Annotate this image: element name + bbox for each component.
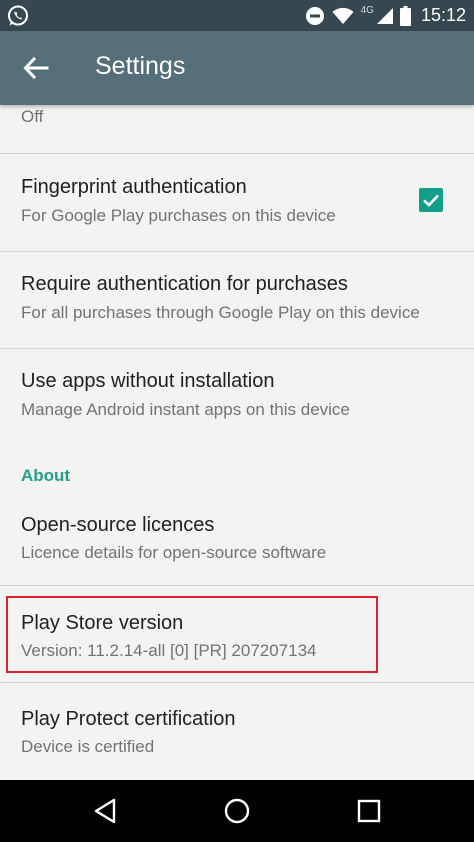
nav-back-icon[interactable]	[90, 796, 120, 826]
setting-title: Play Protect certification	[21, 708, 236, 730]
back-arrow-icon[interactable]	[22, 54, 50, 82]
setting-summary: For Google Play purchases on this device	[21, 206, 336, 225]
setting-summary: Off	[21, 107, 44, 126]
section-header-about: About	[21, 466, 71, 485]
setting-summary: Device is certified	[21, 737, 155, 756]
clock: 15:12	[420, 5, 466, 25]
do-not-disturb-icon	[305, 6, 324, 25]
setting-title: Fingerprint authentication	[21, 176, 247, 198]
highlight-box	[6, 596, 378, 673]
setting-summary: Manage Android instant apps on this devi…	[21, 400, 350, 419]
settings-item-fingerprint[interactable]: Fingerprint authentication For Google Pl…	[0, 154, 474, 251]
settings-item-partial[interactable]: Off	[0, 105, 474, 153]
navigation-bar	[0, 780, 474, 842]
settings-item-require-auth[interactable]: Require authentication for purchases For…	[0, 252, 474, 348]
setting-summary: Licence details for open-source software	[21, 543, 327, 562]
wifi-icon	[332, 7, 354, 24]
nav-recents-icon[interactable]	[354, 796, 384, 826]
fingerprint-checkbox[interactable]	[419, 188, 443, 212]
setting-title: Use apps without installation	[21, 370, 275, 392]
settings-list: Off Fingerprint authentication For Googl…	[0, 105, 474, 780]
checkmark-icon	[423, 194, 439, 207]
setting-title: Open-source licences	[21, 514, 215, 536]
battery-icon	[399, 5, 411, 26]
setting-summary: For all purchases through Google Play on…	[21, 303, 420, 322]
signal-icon	[376, 7, 393, 24]
nav-home-icon[interactable]	[222, 796, 252, 826]
settings-item-instant-apps[interactable]: Use apps without installation Manage And…	[0, 349, 474, 445]
settings-item-licences[interactable]: Open-source licences Licence details for…	[0, 495, 474, 585]
setting-title: Require authentication for purchases	[21, 273, 348, 295]
whatsapp-icon	[8, 5, 28, 26]
settings-item-play-protect[interactable]: Play Protect certification Device is cer…	[0, 683, 474, 780]
network-type-label: 4G	[360, 5, 374, 16]
page-title: Settings	[95, 52, 186, 80]
app-toolbar: Settings	[0, 31, 474, 105]
status-bar: 4G 15:12	[0, 0, 474, 31]
